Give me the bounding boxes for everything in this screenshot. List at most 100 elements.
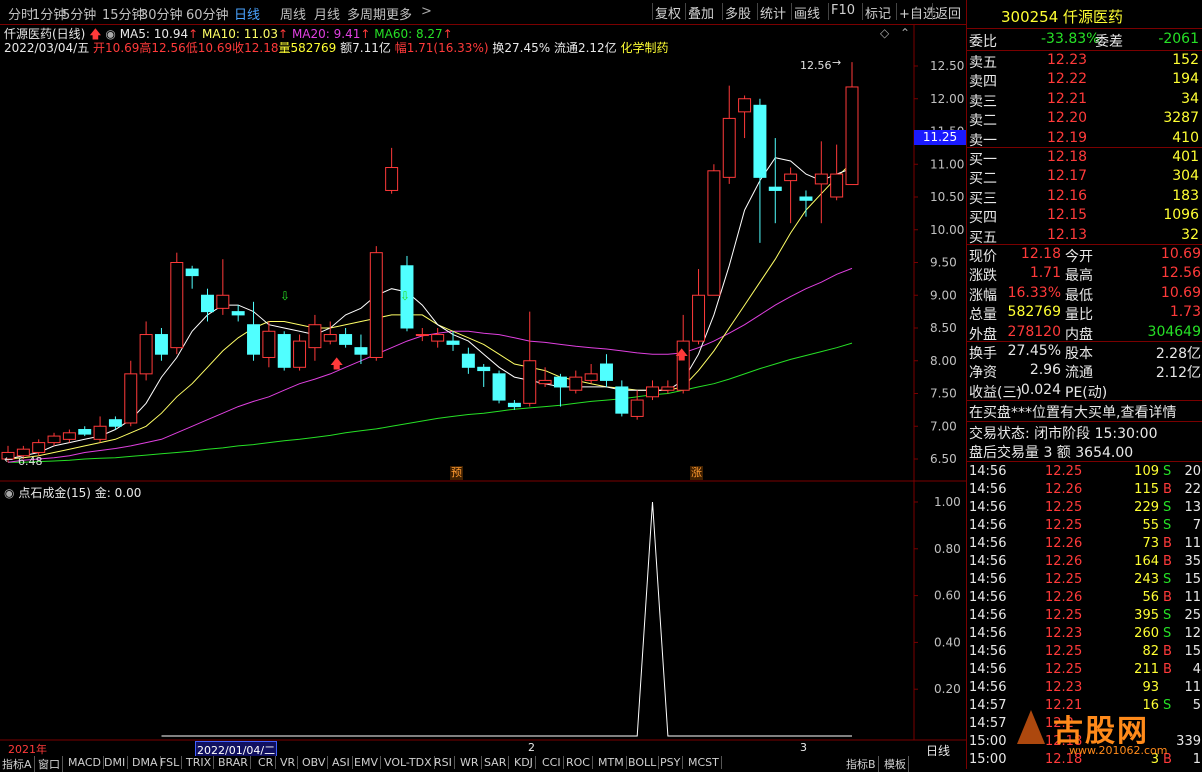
stat-row: 现价 12.18 今开 10.69 (967, 245, 1202, 265)
level-label: 卖四 (969, 74, 997, 91)
tick-volume: 395 (1134, 608, 1159, 623)
stat-value: 1.73 (1169, 304, 1201, 321)
level-volume: 152 (1172, 52, 1199, 68)
tick-price: 12.25 (1045, 644, 1083, 659)
indicator-tab[interactable]: DMI (104, 756, 129, 769)
indicator-tab[interactable]: PSY (660, 756, 684, 769)
big-order-notice[interactable]: 在买盘***位置有大买单,查看详情 (969, 402, 1176, 422)
stat-label: 换手 (969, 346, 997, 362)
indicator-tab[interactable]: 指标A (2, 756, 35, 772)
candle-body (630, 399, 644, 417)
indicator-tab[interactable]: 窗口 (38, 756, 63, 772)
tick-row: 14:56 12.26 115 B 22 (967, 481, 1202, 499)
order-book-row: 卖一 12.19 410 (967, 129, 1202, 149)
candle-body (707, 170, 721, 296)
tick-row: 14:56 12.26 56 B 11 (967, 589, 1202, 607)
stat-value: 16.33% (1007, 284, 1061, 301)
stat-value: 10.69 (1160, 246, 1201, 262)
stock-code: 300254 (1001, 8, 1059, 26)
tick-side: S (1163, 608, 1172, 623)
indicator-tab[interactable]: KDJ (514, 756, 536, 769)
tick-side: B (1163, 590, 1172, 605)
price-axis-label: 12.00 (930, 92, 964, 106)
candle-body (615, 386, 629, 414)
order-book-row: 卖四 12.22 194 (967, 70, 1202, 91)
candle-body (47, 435, 61, 444)
indicator-tab[interactable]: 模板 (884, 756, 909, 772)
indicator-tab[interactable]: VOL-TDX (384, 756, 435, 769)
indicator-tab[interactable]: SAR (484, 756, 510, 769)
level-price: 12.16 (1047, 187, 1088, 204)
level-volume: 32 (1181, 226, 1199, 243)
indicator-tab[interactable]: BRAR (218, 756, 251, 769)
stat-label: 净资 (969, 365, 997, 382)
tick-volume: 56 (1142, 590, 1159, 605)
stat-value: -0.024 (1015, 381, 1061, 398)
tick-side: S (1163, 500, 1172, 515)
candle-body (293, 340, 307, 368)
candle-body (308, 324, 322, 349)
candle-body (170, 262, 184, 349)
indicator-tab[interactable]: MCST (688, 756, 722, 769)
indicator-tab[interactable]: 指标B (846, 756, 879, 772)
level-volume: 304 (1172, 168, 1199, 185)
tick-volume: 243 (1134, 572, 1159, 587)
tick-row: 14:56 12.25 243 S 15 (967, 571, 1202, 589)
indicator-tab[interactable]: ROC (566, 756, 593, 769)
indicator-tab[interactable]: DMA (132, 756, 161, 769)
indicator-tab[interactable]: MACD (68, 756, 104, 769)
candle-body (830, 173, 844, 198)
indicator-axis-label: 1.00 (934, 495, 961, 509)
trade-status: 交易状态: 闭市阶段 15:30:00 (969, 426, 1158, 442)
candle-body (784, 173, 798, 182)
tick-count: 11 (1184, 590, 1201, 605)
indicator-tab[interactable]: BOLL (628, 756, 660, 769)
indicator-tab[interactable]: WR (460, 756, 482, 769)
indicator-tab[interactable]: EMV (354, 756, 381, 769)
tick-price: 12.23 (1045, 626, 1083, 641)
indicator-tab[interactable]: TRIX (186, 756, 215, 769)
candle-body (62, 432, 76, 440)
candle-body (738, 98, 752, 113)
candle-body (845, 86, 859, 186)
price-axis-label: 10.50 (930, 190, 964, 204)
price-axis-label: 9.00 (930, 288, 957, 302)
candle-body (216, 294, 230, 309)
candle-body (538, 379, 552, 385)
indicator-tab[interactable]: OBV (302, 756, 329, 769)
x-label: 2021年 (8, 743, 47, 756)
tick-row: 14:56 12.26 164 B 35 (967, 553, 1202, 571)
indicator-tab[interactable]: RSI (434, 756, 455, 769)
level-volume: 410 (1172, 129, 1199, 146)
indicator-tab[interactable]: FSL (160, 756, 183, 769)
candle-body (385, 167, 399, 191)
indicator-tab[interactable]: ASI (332, 756, 353, 769)
stat-label: 涨跌 (969, 268, 997, 285)
kline-chart[interactable]: 12.5012.0011.5011.0010.5010.009.509.008.… (0, 0, 966, 769)
tick-row: 14:56 12.25 55 S 7 (967, 517, 1202, 535)
candle-body (108, 419, 122, 427)
red-arrow-up-icon: 🡅 (675, 348, 689, 363)
indicator-tab[interactable]: CR (258, 756, 277, 769)
tick-time: 14:56 (969, 464, 1007, 479)
tick-volume: 73 (1142, 536, 1159, 551)
stock-name: 仟源医药 (1063, 8, 1124, 26)
candle-body (32, 442, 46, 453)
indicator-icon[interactable]: ◉ (4, 486, 14, 500)
order-book-row: 买三 12.16 183 (967, 187, 1202, 207)
tick-count: 20 (1184, 464, 1201, 479)
level-price: 12.21 (1047, 90, 1088, 107)
stat-row: 涨跌 1.71 最高 12.56 (967, 264, 1202, 285)
tick-row: 14:56 12.25 229 S 13 (967, 499, 1202, 517)
candle-body (124, 373, 138, 424)
stat-value: 27.45% (1007, 343, 1061, 359)
stat-value: 2.12亿 (1155, 365, 1201, 382)
tick-row: 14:56 12.23 93 11 (967, 679, 1202, 697)
stat-value: 582769 (1007, 304, 1061, 321)
level-label: 卖三 (969, 93, 997, 110)
tick-price: 12.26 (1045, 554, 1083, 569)
indicator-tab[interactable]: MTM (598, 756, 627, 769)
tick-time: 14:56 (969, 572, 1007, 587)
indicator-tab[interactable]: CCI (542, 756, 564, 769)
indicator-tab[interactable]: VR (280, 756, 299, 769)
